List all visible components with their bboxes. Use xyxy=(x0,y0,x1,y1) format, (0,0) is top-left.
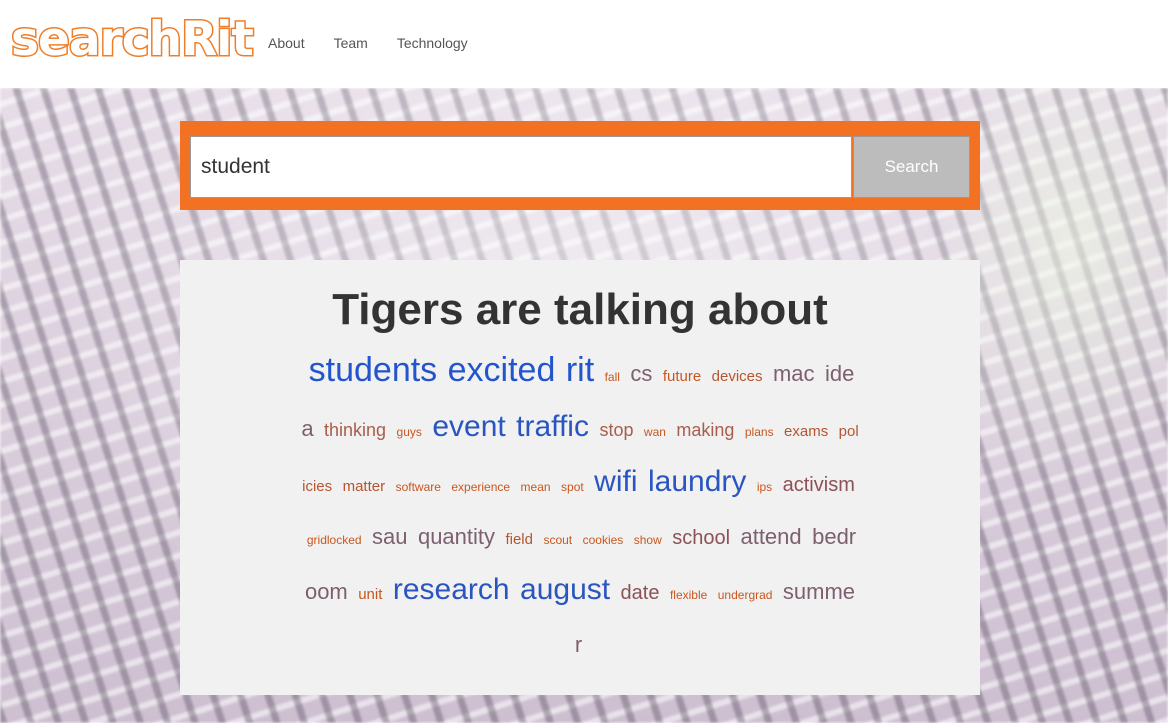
cloud-word[interactable]: activism xyxy=(783,474,855,496)
cloud-word[interactable]: wifi xyxy=(594,465,637,498)
cloud-word[interactable]: guys xyxy=(397,425,422,439)
cloud-word[interactable]: school xyxy=(672,527,730,549)
cloud-word[interactable]: august xyxy=(520,573,610,606)
cloud-word[interactable]: unit xyxy=(358,586,382,603)
cloud-word[interactable]: field xyxy=(505,531,533,548)
cloud-word[interactable]: thinking xyxy=(324,420,386,440)
cloud-word[interactable]: scout xyxy=(543,533,572,547)
cloud-word[interactable]: event xyxy=(432,410,505,443)
cloud-word[interactable]: spot xyxy=(561,480,584,494)
cloud-word[interactable]: excited xyxy=(448,351,556,389)
main-nav: About Team Technology xyxy=(268,34,497,52)
cloud-word[interactable]: devices xyxy=(712,368,763,385)
word-cloud-panel: Tigers are talking about students excite… xyxy=(180,260,980,695)
cloud-word[interactable]: stop xyxy=(599,420,633,440)
cloud-word[interactable]: mean xyxy=(521,480,551,494)
cloud-word[interactable]: matter xyxy=(343,478,386,495)
cloud-word[interactable]: undergrad xyxy=(718,588,773,602)
site-logo[interactable]: searchRit xyxy=(10,11,256,69)
nav-about-link[interactable]: About xyxy=(268,34,305,52)
cloud-word[interactable]: cs xyxy=(630,361,652,386)
cloud-word[interactable]: date xyxy=(621,582,660,604)
cloud-word[interactable]: fall xyxy=(605,370,620,384)
cloud-word[interactable]: students xyxy=(309,351,438,389)
cloud-word[interactable]: show xyxy=(634,533,662,547)
cloud-word[interactable]: exams xyxy=(784,423,828,440)
cloud-word[interactable]: attend xyxy=(740,524,801,549)
word-cloud: students excited rit fall cs future devi… xyxy=(300,346,860,672)
nav-technology-link[interactable]: Technology xyxy=(397,34,468,52)
cloud-word[interactable]: plans xyxy=(745,425,774,439)
cloud-word[interactable]: summer xyxy=(575,579,855,657)
cloud-word[interactable]: rit xyxy=(566,351,594,389)
cloud-word[interactable]: research xyxy=(393,573,510,606)
nav-team-link[interactable]: Team xyxy=(334,34,368,52)
cloud-word[interactable]: making xyxy=(676,420,734,440)
search-button[interactable]: Search xyxy=(853,136,970,198)
cloud-word[interactable]: laundry xyxy=(648,465,746,498)
cloud-word[interactable]: experience xyxy=(451,480,510,494)
search-input[interactable] xyxy=(190,136,852,198)
word-cloud-title: Tigers are talking about xyxy=(332,285,828,334)
cloud-word[interactable]: traffic xyxy=(516,410,589,443)
cloud-word[interactable]: cookies xyxy=(583,533,624,547)
header: searchRit About Team Technology xyxy=(0,0,1168,88)
cloud-word[interactable]: flexible xyxy=(670,588,707,602)
cloud-word[interactable]: wan xyxy=(644,425,666,439)
cloud-word[interactable]: ips xyxy=(757,480,772,494)
cloud-word[interactable]: sau xyxy=(372,524,407,549)
cloud-word[interactable]: future xyxy=(663,368,701,385)
cloud-word[interactable]: mac xyxy=(773,361,815,386)
cloud-word[interactable]: quantity xyxy=(418,524,495,549)
cloud-word[interactable]: software xyxy=(396,480,441,494)
cloud-word[interactable]: gridlocked xyxy=(307,533,362,547)
search-bar: Search xyxy=(180,121,980,210)
